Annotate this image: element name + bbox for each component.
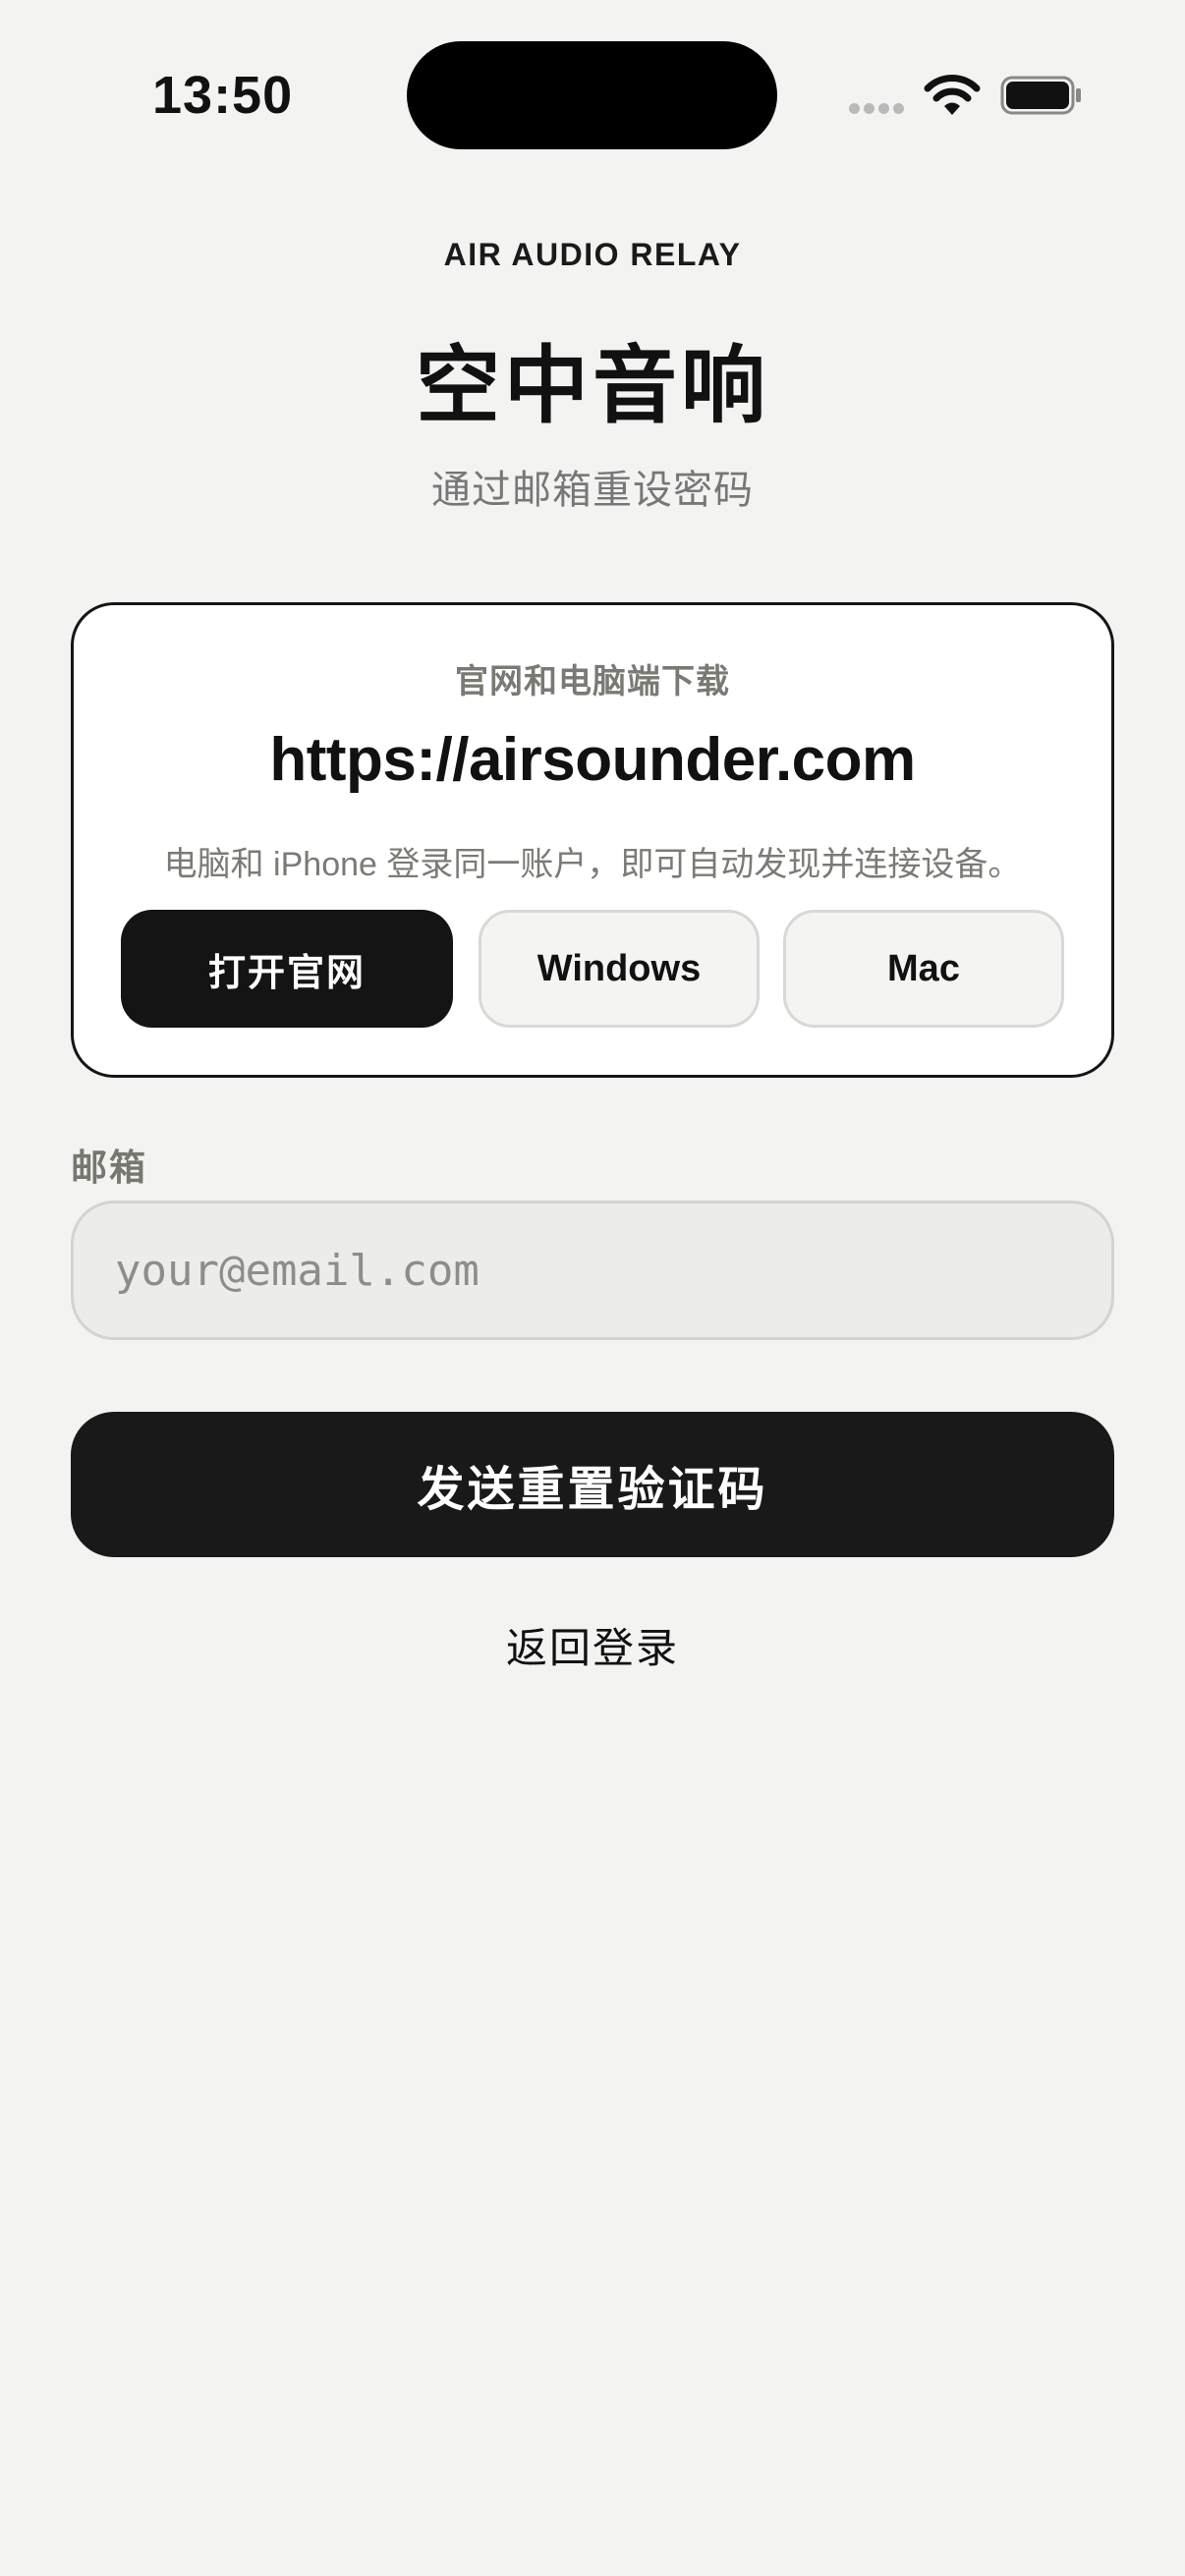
reset-password-screen: 13:50 AIR AUDIO RELAY 空中音响 通过邮箱重设密码 官网和电… [0, 0, 1185, 2576]
status-time: 13:50 [152, 66, 294, 125]
email-label: 邮箱 [71, 1148, 147, 1188]
page-title: 空中音响 [416, 339, 769, 433]
dynamic-island [407, 41, 777, 149]
wifi-icon [924, 75, 981, 115]
brand-name: AIR AUDIO RELAY [443, 237, 742, 272]
battery-icon [1000, 76, 1081, 115]
send-reset-code-button[interactable]: 发送重置验证码 [71, 1412, 1114, 1557]
website-url: https://airsounder.com [269, 726, 916, 794]
download-card: 官网和电脑端下载 https://airsounder.com 电脑和 iPho… [71, 602, 1114, 1078]
page-subtitle: 通过邮箱重设密码 [431, 469, 754, 512]
windows-download-button[interactable]: Windows [479, 910, 760, 1028]
back-to-login-link[interactable]: 返回登录 [0, 1615, 1185, 1675]
download-card-description: 电脑和 iPhone 登录同一账户，即可自动发现并连接设备。 [163, 846, 1022, 883]
email-field[interactable] [71, 1201, 1114, 1340]
download-card-label: 官网和电脑端下载 [455, 663, 730, 700]
cellular-signal-dots-icon [849, 103, 904, 114]
mac-download-button[interactable]: Mac [783, 910, 1064, 1028]
open-website-button[interactable]: 打开官网 [121, 910, 453, 1028]
